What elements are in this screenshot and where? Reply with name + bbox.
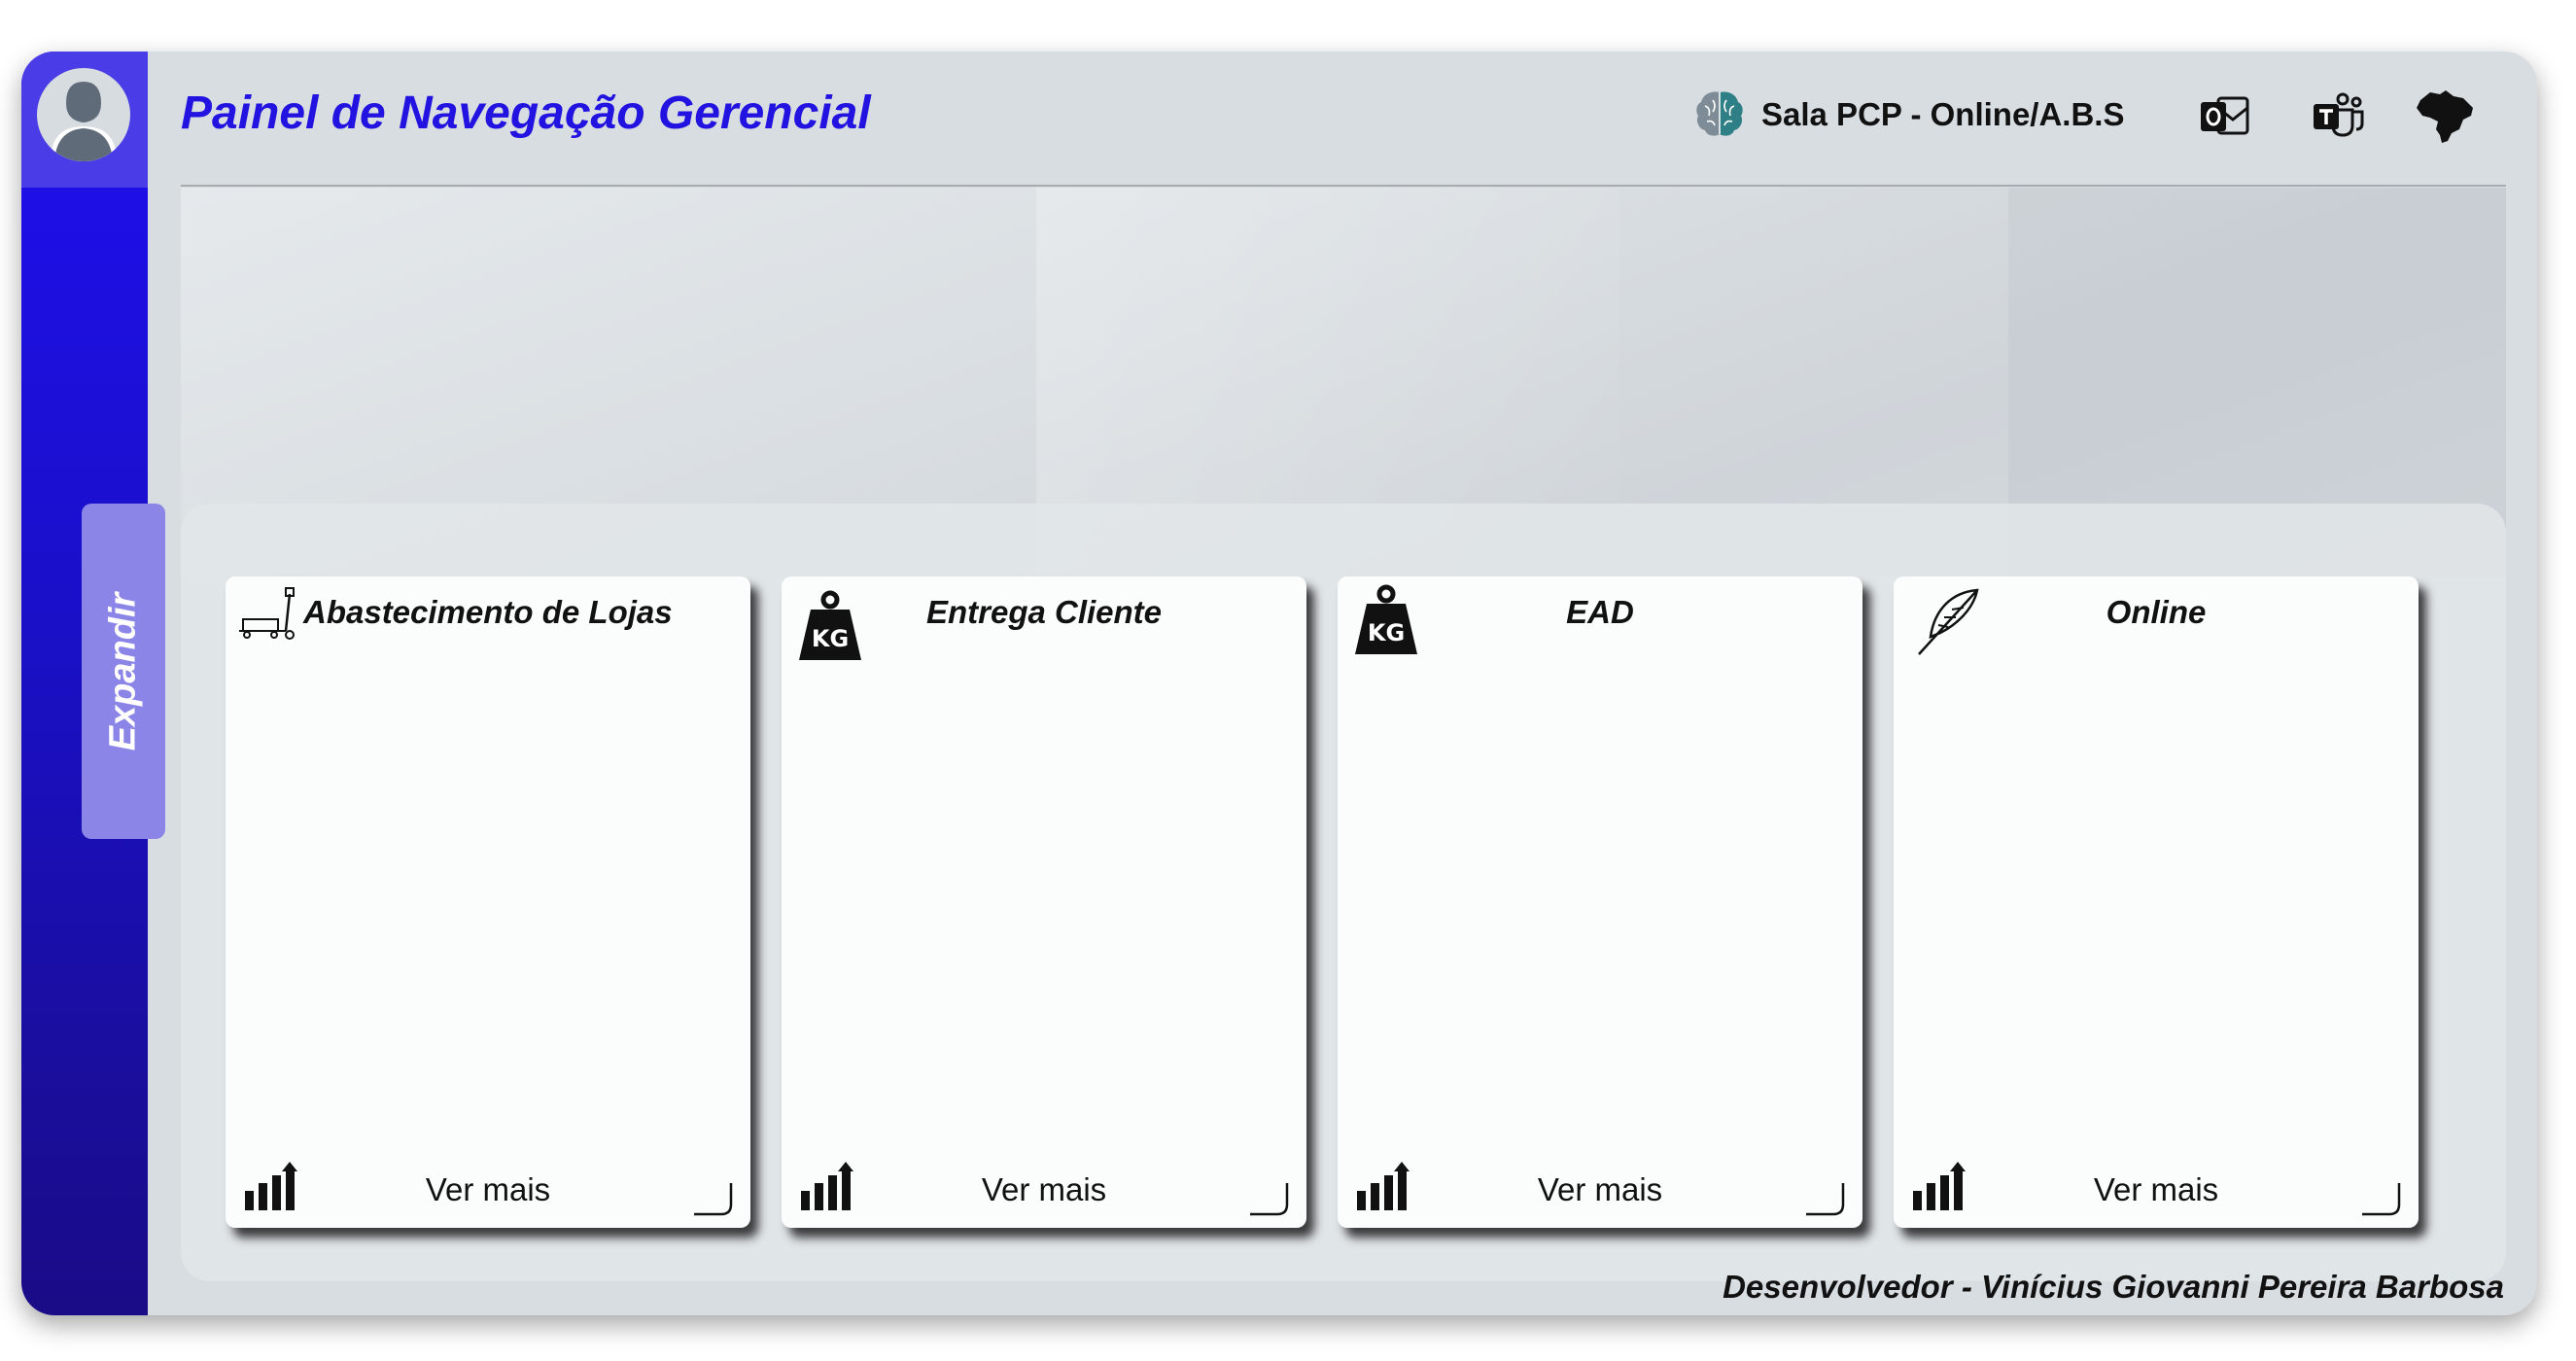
expand-button[interactable]: Expandir (82, 504, 165, 839)
card-ead[interactable]: KG EAD Ver mais (1338, 576, 1862, 1228)
expand-label: Expandir (102, 592, 144, 750)
teams-icon[interactable] (2312, 92, 2364, 139)
resize-corner-icon (694, 1183, 733, 1216)
card-title: EAD (1566, 594, 1634, 630)
app-window: Expandir Painel de Navegação Gerencial S… (21, 52, 2537, 1315)
resize-corner-icon (1806, 1183, 1845, 1216)
card-title: Abastecimento de Lojas (303, 594, 673, 630)
card-entrega-cliente[interactable]: KG Entrega Cliente Ver mais (782, 576, 1306, 1228)
see-more-link[interactable]: Ver mais (1894, 1171, 2419, 1208)
card-title: Online (2106, 594, 2207, 630)
resize-corner-icon (1250, 1183, 1289, 1216)
brain-icon (1696, 91, 1743, 136)
see-more-link[interactable]: Ver mais (226, 1171, 750, 1208)
avatar-container (21, 52, 148, 188)
room-label: Sala PCP - Online/A.B.S (1761, 96, 2125, 132)
card-title: Entrega Cliente (925, 594, 1163, 630)
see-more-link[interactable]: Ver mais (1338, 1171, 1862, 1208)
outlook-icon[interactable] (2199, 92, 2249, 139)
header-divider (181, 185, 2506, 187)
user-avatar-icon[interactable] (37, 68, 130, 161)
card-online[interactable]: Online Ver mais (1894, 576, 2419, 1228)
resize-corner-icon (2362, 1183, 2401, 1216)
pallet-jack-icon (239, 587, 295, 640)
card-abastecimento-lojas[interactable]: Abastecimento de Lojas Ver mais (226, 576, 750, 1228)
page-title: Painel de Navegação Gerencial (181, 87, 871, 139)
brazil-map-icon[interactable] (2413, 87, 2477, 145)
see-more-link[interactable]: Ver mais (782, 1171, 1306, 1208)
developer-credit: Desenvolvedor - Vinícius Giovanni Pereir… (1723, 1269, 2504, 1305)
